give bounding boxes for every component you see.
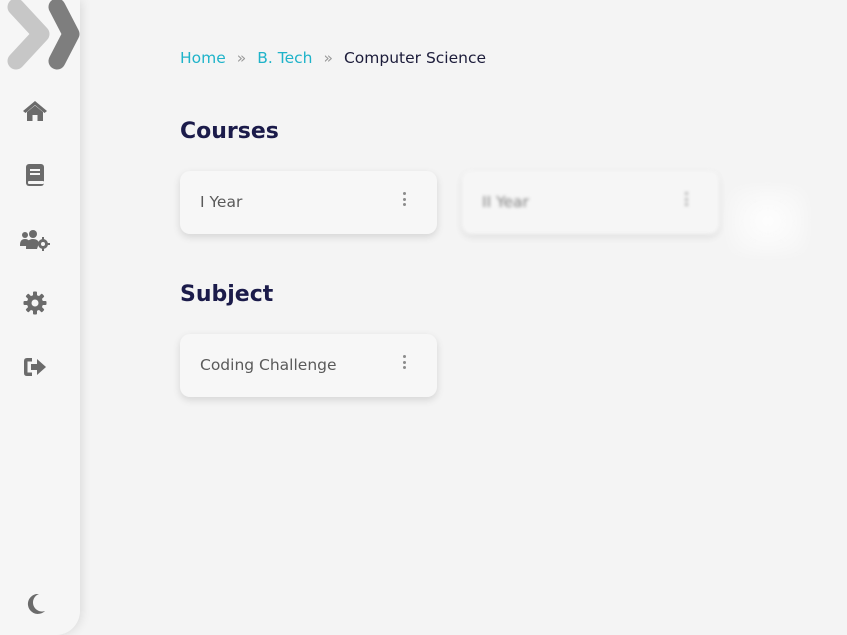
- book-icon[interactable]: [19, 159, 51, 191]
- kebab-menu-icon[interactable]: [400, 355, 408, 371]
- subject-card-coding-challenge[interactable]: Coding Challenge: [180, 334, 437, 397]
- users-gear-icon[interactable]: [19, 224, 51, 256]
- card-label: Coding Challenge: [200, 356, 337, 374]
- breadcrumb-current: Computer Science: [343, 49, 487, 67]
- breadcrumb-separator: »: [323, 49, 333, 67]
- moon-icon[interactable]: [19, 588, 51, 620]
- course-card-i-year[interactable]: I Year: [180, 171, 437, 234]
- card-label: II Year: [482, 193, 529, 211]
- courses-heading: Courses: [180, 119, 279, 144]
- kebab-menu-icon[interactable]: [400, 192, 408, 208]
- double-chevron-right-icon[interactable]: [0, 0, 82, 72]
- subject-heading: Subject: [180, 282, 274, 307]
- home-icon[interactable]: [19, 95, 51, 127]
- breadcrumb-btech[interactable]: B. Tech: [257, 49, 312, 67]
- course-card-ii-year[interactable]: II Year: [462, 171, 719, 234]
- sidebar: [0, 0, 80, 635]
- gear-icon[interactable]: [19, 287, 51, 319]
- loading-placeholder: [728, 186, 808, 256]
- breadcrumb: Home » B. Tech » Computer Science: [180, 49, 486, 67]
- kebab-menu-icon[interactable]: [682, 192, 690, 208]
- sign-out-icon[interactable]: [19, 351, 51, 383]
- breadcrumb-separator: »: [236, 49, 247, 67]
- breadcrumb-home[interactable]: Home: [180, 49, 226, 67]
- card-label: I Year: [200, 193, 243, 211]
